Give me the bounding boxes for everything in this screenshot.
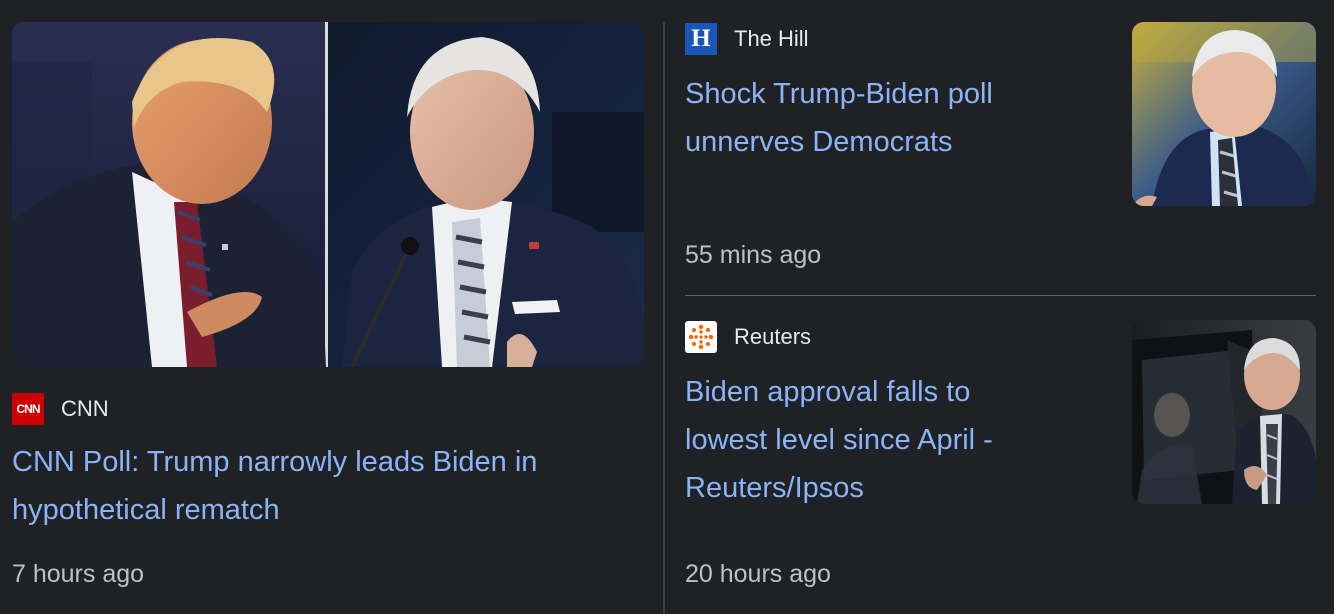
- story-card-cnn[interactable]: CNN CNN CNN Poll: Trump narrowly leads B…: [12, 22, 644, 614]
- source-name: The Hill: [734, 26, 809, 51]
- biden-portrait-photo: [1132, 22, 1316, 206]
- story-source-cnn: CNN CNN: [12, 393, 109, 425]
- headline-line: hypothetical rematch: [12, 494, 280, 526]
- headline-line: Shock Trump-Biden poll: [685, 78, 993, 110]
- story-card-the-hill[interactable]: H The Hill Shock Trump-Biden poll unnerv…: [685, 22, 1316, 294]
- reuters-logo-icon: [685, 321, 717, 353]
- story-headline[interactable]: CNN Poll: Trump narrowly leads Biden in …: [12, 438, 644, 534]
- story-source-reuters: Reuters: [685, 321, 811, 353]
- story-source-the-hill: H The Hill: [685, 23, 809, 55]
- trump-biden-debate-photo: [12, 22, 644, 367]
- the-hill-logo-icon: H: [685, 23, 717, 55]
- headline-line: Reuters/Ipsos: [685, 472, 864, 504]
- story-headline[interactable]: Biden approval falls to lowest level sin…: [685, 368, 1105, 512]
- column-divider: [663, 22, 665, 614]
- story-time: 7 hours ago: [12, 560, 145, 588]
- cnn-logo-icon: CNN: [12, 393, 44, 425]
- source-name: CNN: [61, 396, 109, 421]
- story-time: 20 hours ago: [685, 560, 831, 588]
- story-headline[interactable]: Shock Trump-Biden poll unnerves Democrat…: [685, 70, 1085, 166]
- story-card-reuters[interactable]: Reuters Biden approval falls to lowest l…: [685, 320, 1316, 614]
- headline-line: lowest level since April -: [685, 424, 993, 456]
- news-carousel: CNN CNN CNN Poll: Trump narrowly leads B…: [0, 0, 1334, 614]
- story-divider: [685, 295, 1316, 296]
- story-thumbnail[interactable]: [1132, 22, 1316, 206]
- story-thumbnail[interactable]: [1132, 320, 1316, 504]
- biden-vehicle-photo: [1132, 320, 1316, 504]
- headline-line: Biden approval falls to: [685, 376, 971, 408]
- story-time: 55 mins ago: [685, 241, 822, 269]
- story-image-trump-biden[interactable]: [12, 22, 644, 367]
- headline-line: CNN Poll: Trump narrowly leads Biden in: [12, 446, 538, 478]
- source-name: Reuters: [734, 324, 812, 349]
- headline-line: unnerves Democrats: [685, 126, 953, 158]
